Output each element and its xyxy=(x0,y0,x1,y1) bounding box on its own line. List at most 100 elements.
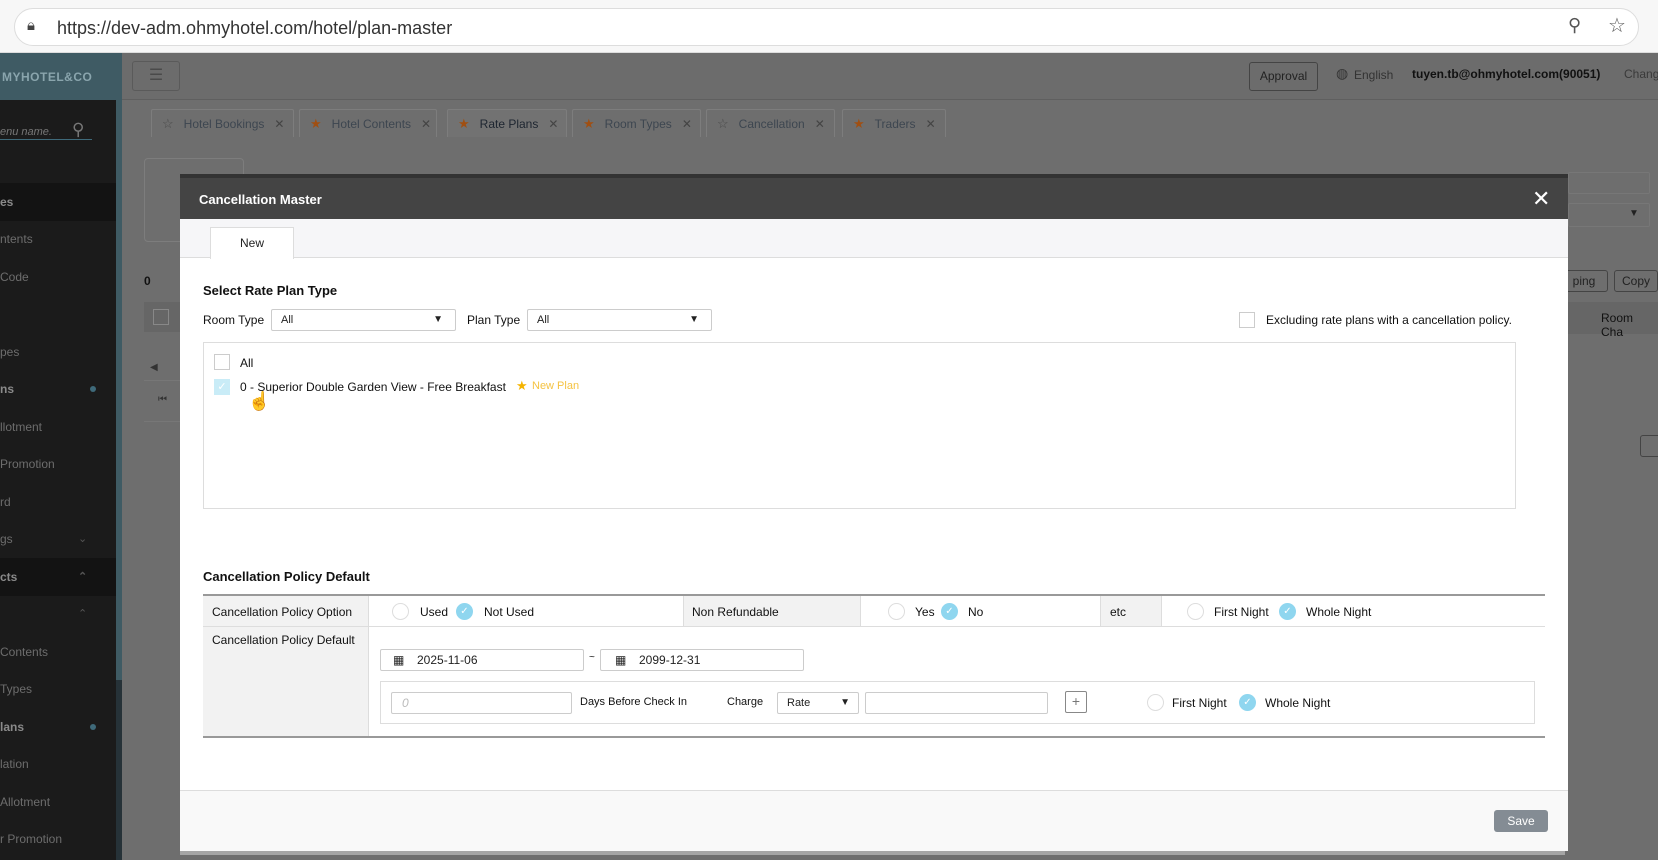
bg-select-all-checkbox[interactable] xyxy=(153,309,169,325)
non-refundable-yes-radio[interactable] xyxy=(888,603,905,620)
close-icon[interactable]: ✕ xyxy=(1532,186,1550,212)
close-tab-icon[interactable]: ✕ xyxy=(682,117,692,131)
star-filled-icon[interactable]: ★ xyxy=(310,116,322,131)
sidebar-item[interactable]: llotment xyxy=(0,408,116,446)
days-before-label: Days Before Check In xyxy=(580,696,687,708)
logo: MYHOTEL&CO xyxy=(0,53,116,100)
sidebar-item[interactable] xyxy=(0,296,116,334)
sidebar-item[interactable]: cts ⌃ xyxy=(0,558,116,596)
close-tab-icon[interactable]: ✕ xyxy=(548,117,558,131)
url-text[interactable]: https://dev-adm.ohmyhotel.com/hotel/plan… xyxy=(57,18,452,39)
top-header: ☰ Approval ◍ English tuyen.tb@ohmyhotel.… xyxy=(122,53,1658,100)
first-page-icon[interactable]: ⏮ xyxy=(158,394,167,405)
star-outline-icon[interactable]: ☆ xyxy=(162,116,174,131)
rule-whole-night-radio[interactable]: ✓ xyxy=(1239,694,1256,711)
modal-header: Cancellation Master ✕ xyxy=(180,174,1568,219)
bookmark-star-icon[interactable]: ☆ xyxy=(1608,13,1626,38)
room-type-select[interactable]: All ▼ xyxy=(271,309,456,331)
chevron-up-icon[interactable]: ⌃ xyxy=(78,558,87,596)
select-all-checkbox[interactable] xyxy=(214,354,230,370)
sidebar-item-label: ns xyxy=(0,382,15,396)
policy-default-title: Cancellation Policy Default xyxy=(203,569,370,584)
charge-value-input[interactable] xyxy=(865,692,1048,714)
rate-plan-checkbox[interactable]: ✓ xyxy=(214,379,230,395)
globe-icon: ◍ xyxy=(1336,65,1349,81)
tab-label: Cancellation xyxy=(738,117,805,131)
approval-button[interactable]: Approval xyxy=(1249,62,1318,91)
plan-type-select[interactable]: All ▼ xyxy=(527,309,712,331)
bg-button[interactable] xyxy=(1640,435,1658,457)
tab-hotel-bookings[interactable]: ☆ Hotel Bookings ✕ xyxy=(151,109,294,137)
room-charge-column-header: Room Cha xyxy=(1601,311,1634,339)
not-used-label: Not Used xyxy=(484,605,535,619)
menu-search[interactable]: enu name. ⚲ xyxy=(0,100,92,140)
yes-label: Yes xyxy=(915,605,935,619)
chevron-down-icon[interactable]: ⌄ xyxy=(78,520,87,558)
change-link[interactable]: Chang xyxy=(1624,67,1658,81)
tab-label: Traders xyxy=(874,117,916,131)
not-used-radio[interactable]: ✓ xyxy=(456,603,473,620)
star-filled-icon[interactable]: ★ xyxy=(458,116,470,131)
date-to-input[interactable]: ▦ 2099-12-31 xyxy=(600,649,804,671)
tab-rate-plans[interactable]: ★ Rate Plans ✕ xyxy=(447,109,567,137)
option-label: Cancellation Policy Option xyxy=(212,605,353,619)
close-tab-icon[interactable]: ✕ xyxy=(926,117,936,131)
copy-button[interactable]: Copy xyxy=(1614,270,1658,292)
sidebar-item[interactable]: ⌃ xyxy=(0,595,116,633)
used-radio[interactable] xyxy=(392,603,409,620)
chevron-up-icon[interactable]: ⌃ xyxy=(78,595,87,633)
days-placeholder: 0 xyxy=(402,696,409,710)
room-type-value: All xyxy=(281,314,294,326)
close-tab-icon[interactable]: ✕ xyxy=(274,117,284,131)
tab-hotel-contents[interactable]: ★ Hotel Contents ✕ xyxy=(299,109,437,137)
sidebar-item[interactable]: Allotment xyxy=(0,783,116,821)
sidebar-item[interactable]: gs ⌄ xyxy=(0,520,116,558)
star-filled-icon[interactable]: ★ xyxy=(853,116,865,131)
sidebar-item[interactable]: pes xyxy=(0,333,116,371)
star-outline-icon[interactable]: ☆ xyxy=(717,116,729,131)
bg-select[interactable]: ▼ xyxy=(1568,203,1650,227)
tab-cancellation[interactable]: ☆ Cancellation ✕ xyxy=(706,109,835,137)
exclude-checkbox[interactable] xyxy=(1239,312,1255,328)
search-icon[interactable]: ⚲ xyxy=(72,120,84,140)
sidebar-item[interactable]: Contents xyxy=(0,633,116,671)
star-filled-icon[interactable]: ★ xyxy=(583,116,595,131)
sidebar-item[interactable]: ns xyxy=(0,370,116,408)
close-tab-icon[interactable]: ✕ xyxy=(815,117,825,131)
etc-whole-night-radio[interactable]: ✓ xyxy=(1279,603,1296,620)
etc-first-night-radio[interactable] xyxy=(1187,603,1204,620)
non-refundable-no-radio[interactable]: ✓ xyxy=(941,603,958,620)
days-input[interactable]: 0 xyxy=(391,692,572,714)
room-type-label: Room Type xyxy=(203,313,265,327)
sidebar-item[interactable]: Code xyxy=(0,258,116,296)
charge-type-select[interactable]: Rate ▼ xyxy=(777,692,859,714)
sidebar-scrollbar-track xyxy=(116,680,122,860)
sidebar-item[interactable]: Types xyxy=(0,670,116,708)
rate-plan-list: All ✓ 0 - Superior Double Garden View - … xyxy=(203,342,1516,509)
sidebar-item-label: llotment xyxy=(0,420,43,434)
sidebar-item[interactable]: lans xyxy=(0,708,116,746)
bg-pagination: ⏮ xyxy=(144,380,184,422)
sidebar-item-label: pes xyxy=(0,345,20,359)
save-button[interactable]: Save xyxy=(1494,810,1548,832)
add-rule-button[interactable]: + xyxy=(1065,691,1087,713)
sidebar-item[interactable]: es xyxy=(0,183,116,221)
sidebar-item[interactable]: ntents xyxy=(0,220,116,258)
sidebar-item[interactable]: r Promotion xyxy=(0,820,116,858)
tab-room-types[interactable]: ★ Room Types ✕ xyxy=(572,109,701,137)
sidebar-item[interactable]: lation xyxy=(0,745,116,783)
sidebar-item-label: Allotment xyxy=(0,795,51,809)
zoom-icon[interactable]: ⚲ xyxy=(1568,15,1581,36)
date-from-input[interactable]: ▦ 2025-11-06 xyxy=(380,649,584,671)
bg-input[interactable] xyxy=(1568,172,1650,194)
close-tab-icon[interactable]: ✕ xyxy=(421,117,431,131)
bg-scroll-left-icon[interactable]: ◀ xyxy=(150,362,158,373)
rule-first-night-radio[interactable] xyxy=(1147,694,1164,711)
sidebar-item[interactable]: Promotion xyxy=(0,445,116,483)
sidebar-item[interactable]: rd xyxy=(0,483,116,521)
language-selector[interactable]: English xyxy=(1354,68,1393,82)
menu-toggle-button[interactable]: ☰ xyxy=(132,61,180,91)
address-bar[interactable]: 🔒︎ https://dev-adm.ohmyhotel.com/hotel/p… xyxy=(14,8,1639,46)
tab-traders[interactable]: ★ Traders ✕ xyxy=(842,109,946,137)
tab-new[interactable]: New xyxy=(210,227,294,259)
